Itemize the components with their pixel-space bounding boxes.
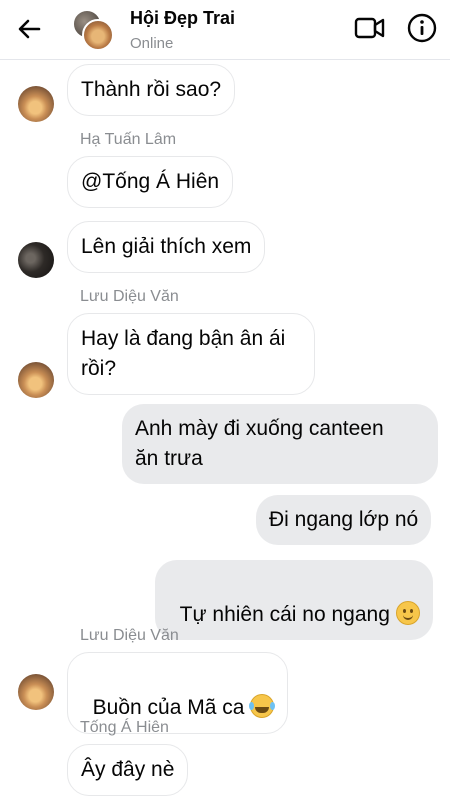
sender-avatar[interactable]	[18, 242, 54, 278]
info-icon[interactable]	[406, 12, 438, 44]
sender-avatar[interactable]	[18, 674, 54, 710]
sender-avatar[interactable]	[18, 362, 54, 398]
sender-name: Tống Á Hiên	[80, 719, 169, 736]
message-bubble[interactable]: Hay là đang bận ân ái rồi?	[67, 313, 315, 395]
message-bubble[interactable]: Thành rồi sao?	[67, 64, 236, 116]
online-status: Online	[130, 35, 174, 52]
message-bubble[interactable]: Lên giải thích xem	[67, 221, 266, 273]
tears-of-joy-emoji	[249, 694, 275, 718]
sender-name: Hạ Tuấn Lâm	[80, 131, 177, 148]
message-bubble-outgoing[interactable]: Tự nhiên cái no ngang	[155, 560, 433, 640]
video-camera-icon[interactable]	[354, 14, 386, 42]
sender-name: Lưu Diệu Văn	[80, 288, 179, 305]
conversation-title[interactable]: Hội Đẹp Trai	[130, 8, 235, 29]
group-avatar[interactable]	[72, 9, 114, 51]
message-bubble[interactable]: @Tống Á Hiên	[67, 156, 234, 208]
sender-avatar[interactable]	[18, 86, 54, 122]
slightly-smiling-face-emoji	[395, 601, 420, 625]
back-arrow-icon[interactable]	[14, 14, 44, 44]
message-bubble-outgoing[interactable]: Anh mày đi xuống canteen ăn trưa	[122, 404, 438, 484]
chat-header: Hội Đẹp Trai Online	[0, 0, 450, 60]
group-avatar-member-2	[82, 19, 114, 51]
message-bubble[interactable]: Ây đây nè	[67, 744, 189, 796]
message-text: Buồn của Mã ca	[92, 696, 245, 719]
sender-name: Lưu Diệu Văn	[80, 627, 179, 644]
message-bubble-outgoing[interactable]: Đi ngang lớp nó	[256, 495, 432, 545]
message-text: Tự nhiên cái no ngang	[179, 603, 390, 626]
